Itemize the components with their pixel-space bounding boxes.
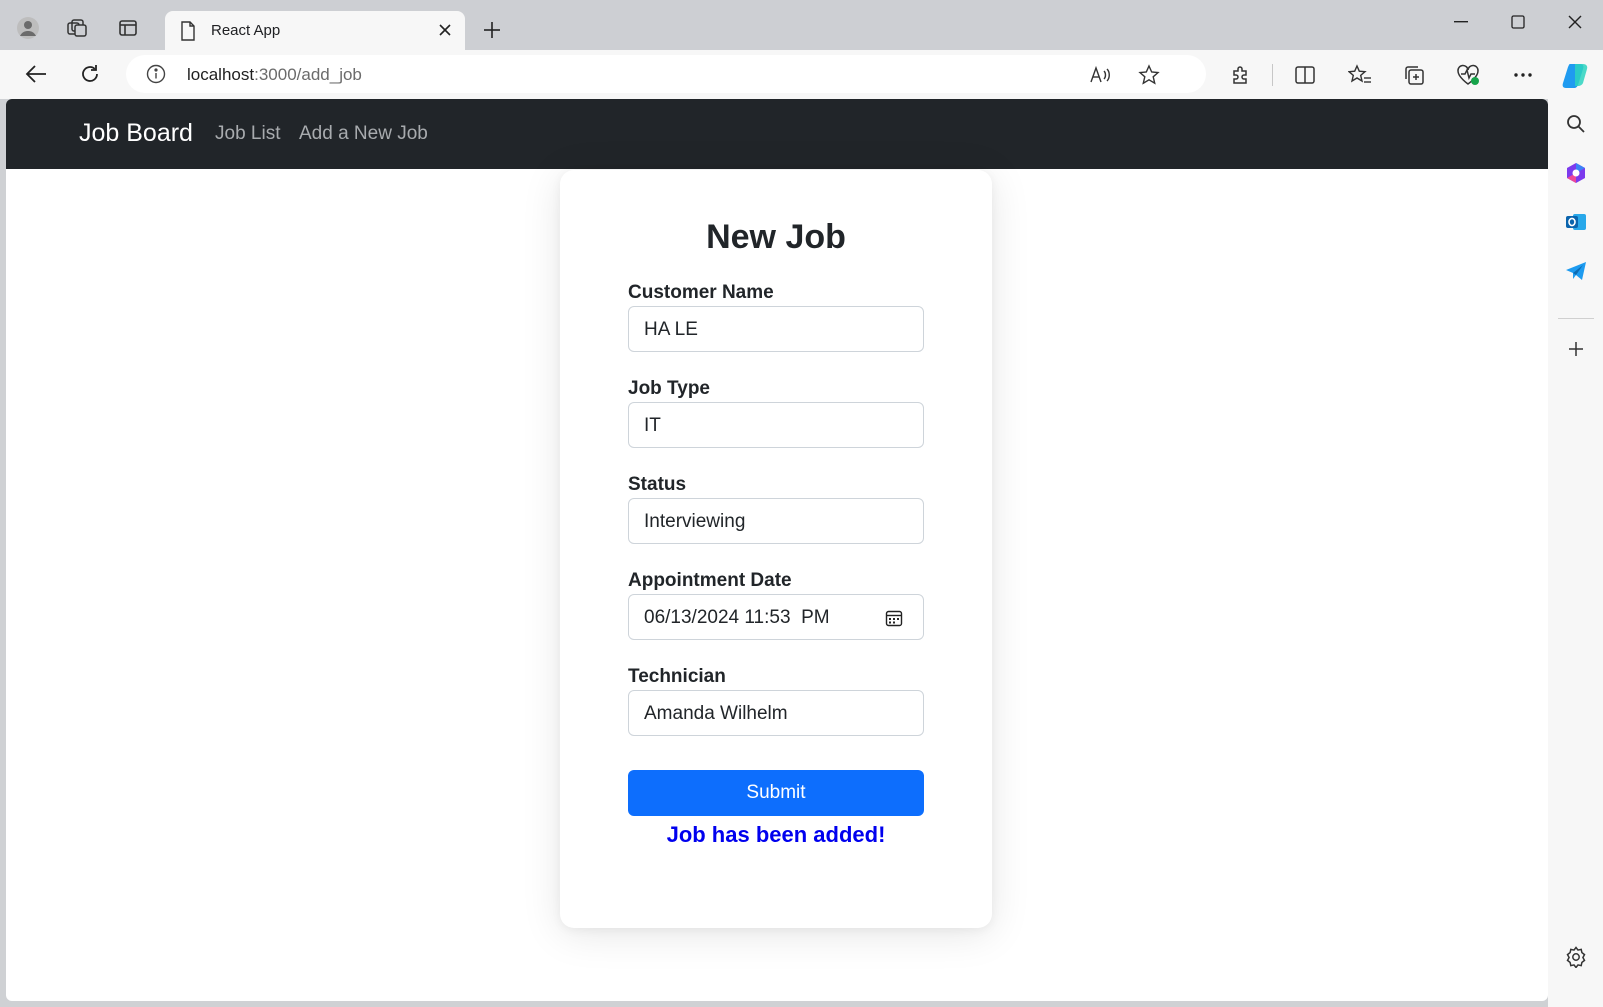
job-type-input[interactable]: IT (628, 402, 924, 448)
extensions-icon[interactable] (1226, 60, 1256, 90)
job-type-value: IT (644, 415, 661, 436)
close-icon[interactable] (435, 20, 455, 40)
document-icon (180, 21, 196, 46)
copilot-icon[interactable] (1561, 60, 1591, 90)
technician-value: Amanda Wilhelm (644, 703, 788, 724)
app-navbar: Job Board Job List Add a New Job (6, 99, 1548, 169)
m365-icon[interactable] (1561, 158, 1591, 188)
status-value: Interviewing (644, 511, 746, 532)
customer-name-value: HA LE (644, 319, 698, 340)
back-icon[interactable] (19, 59, 53, 89)
close-window-button[interactable] (1555, 10, 1595, 34)
refresh-icon[interactable] (73, 59, 107, 89)
address-url: localhost:3000/add_job (187, 65, 362, 85)
outlook-icon[interactable] (1561, 207, 1591, 237)
nav-link-add-new-job[interactable]: Add a New Job (299, 123, 428, 145)
appointment-date-value: 06/13/2024 11:53 PM (644, 607, 830, 628)
more-icon[interactable] (1508, 60, 1538, 90)
profile-icon[interactable] (14, 14, 42, 42)
success-message: Job has been added! (666, 822, 886, 847)
tab-actions-icon[interactable] (114, 14, 142, 42)
status-input[interactable]: Interviewing (628, 498, 924, 544)
calendar-icon[interactable] (883, 607, 905, 629)
favorite-star-icon[interactable] (1136, 62, 1162, 88)
split-screen-icon[interactable] (1290, 60, 1320, 90)
navbar-brand[interactable]: Job Board (79, 119, 193, 148)
edge-sidebar (1548, 99, 1603, 1007)
address-host: localhost (187, 65, 255, 84)
favorites-icon[interactable] (1345, 60, 1375, 90)
browser-tab-bar: React App (0, 0, 1603, 50)
minimize-button[interactable] (1441, 10, 1481, 34)
tab-title: React App (211, 22, 281, 39)
new-job-card: New Job Customer Name HA LE Job Type IT … (560, 170, 992, 928)
page-viewport: Job Board Job List Add a New Job New Job… (6, 99, 1548, 1001)
nav-link-job-list[interactable]: Job List (215, 123, 280, 145)
address-path: :3000/add_job (254, 65, 362, 84)
info-icon[interactable] (146, 64, 166, 89)
browser-toolbar: localhost:3000/add_job (0, 50, 1603, 99)
browser-essentials-icon[interactable] (1453, 60, 1483, 90)
customer-name-input[interactable]: HA LE (628, 306, 924, 352)
address-bar[interactable]: localhost:3000/add_job (126, 55, 1206, 93)
browser-tab[interactable]: React App (165, 11, 465, 50)
status-label: Status (628, 474, 687, 495)
job-type-label: Job Type (628, 378, 710, 399)
technician-input[interactable]: Amanda Wilhelm (628, 690, 924, 736)
workspaces-icon[interactable] (63, 14, 91, 42)
maximize-button[interactable] (1498, 10, 1538, 34)
search-icon[interactable] (1561, 109, 1591, 139)
submit-button[interactable]: Submit (628, 770, 924, 816)
technician-label: Technician (628, 666, 726, 687)
add-icon[interactable] (1561, 334, 1591, 364)
new-tab-icon[interactable] (478, 16, 506, 44)
sidebar-divider (1558, 318, 1594, 319)
page-title: New Job (706, 218, 846, 256)
collections-icon[interactable] (1399, 60, 1429, 90)
appointment-date-input[interactable]: 06/13/2024 11:53 PM (628, 594, 924, 640)
read-aloud-icon[interactable] (1088, 62, 1114, 88)
appointment-date-label: Appointment Date (628, 570, 792, 591)
telegram-icon[interactable] (1561, 256, 1591, 286)
toolbar-divider (1272, 64, 1273, 86)
settings-icon[interactable] (1561, 942, 1591, 972)
customer-name-label: Customer Name (628, 282, 774, 303)
